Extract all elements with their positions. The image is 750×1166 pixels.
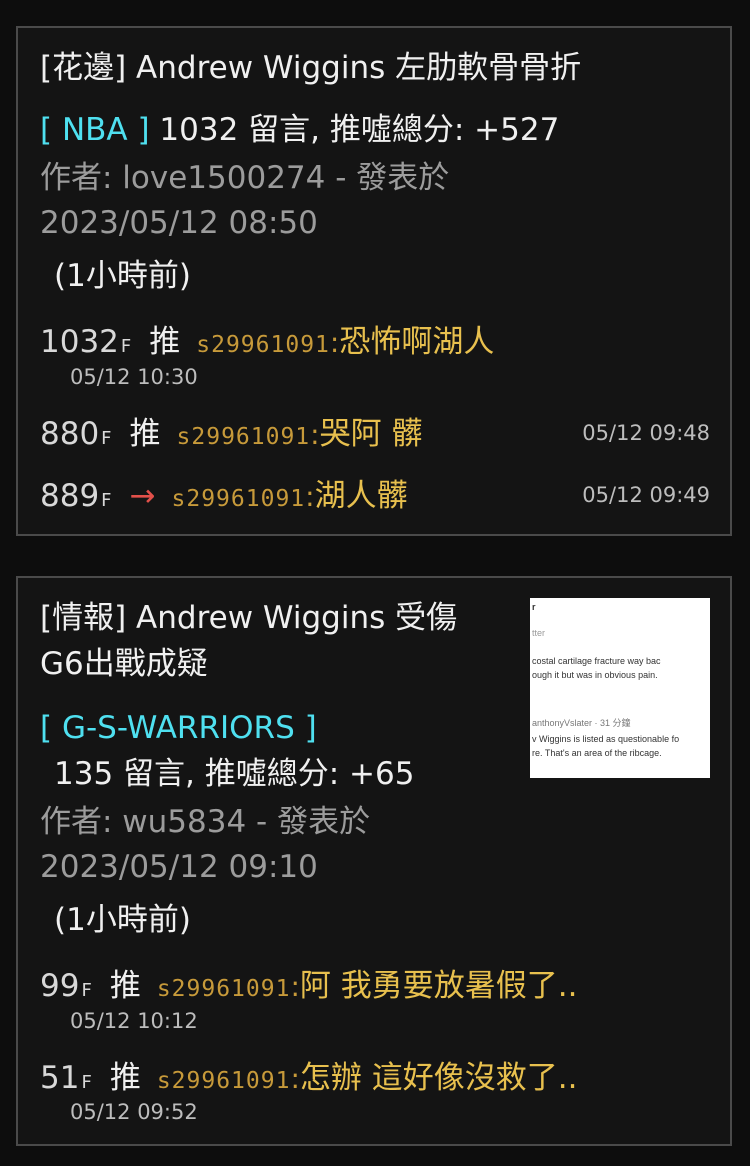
floor-number: 1032 F — [40, 324, 132, 360]
thumbnail-text: v Wiggins is listed as questionable fo — [532, 734, 680, 744]
push-time: 05/12 09:48 — [582, 421, 710, 445]
push-text: 哭阿 髒 — [319, 416, 423, 452]
push-text: 阿 我勇要放暑假了.. — [299, 968, 578, 1004]
post-board-stats: [ NBA ] 1032 留言, 推噓總分: +527 — [40, 110, 559, 150]
push-text: 湖人髒 — [314, 478, 408, 514]
post-thumbnail[interactable]: r tter costal cartilage fracture way bac… — [530, 598, 710, 778]
push-user[interactable]: s29961091 — [196, 332, 330, 358]
board-tag[interactable]: [ G-S-WARRIORS ] — [40, 708, 317, 748]
push-type: 推 — [109, 1060, 141, 1096]
thumbnail-text: r — [532, 602, 536, 612]
push-user[interactable]: s29961091 — [157, 976, 291, 1002]
push-colon: : — [290, 1062, 300, 1095]
push-row: 51 F 推 s29961091:怎辦 這好像沒救了.. — [40, 1052, 577, 1097]
comment-stats: 1032 留言, 推噓總分: +527 — [159, 112, 560, 148]
floor-number: 880 F — [40, 416, 112, 452]
floor-number: 99 F — [40, 968, 92, 1004]
push-time: 05/12 09:52 — [70, 1100, 198, 1124]
post-title-line-1[interactable]: [情報] Andrew Wiggins 受傷 — [40, 598, 457, 638]
post-title-line-2[interactable]: G6出戰成疑 — [40, 644, 208, 684]
push-time: 05/12 10:12 — [70, 1009, 198, 1033]
thumbnail-text: tter — [532, 628, 546, 638]
floor-number: 889 F — [40, 478, 112, 514]
post-card[interactable]: [花邊] Andrew Wiggins 左肋軟骨骨折 [ NBA ] 1032 … — [16, 26, 732, 536]
post-card[interactable]: [情報] Andrew Wiggins 受傷 G6出戰成疑 r tter cos… — [16, 576, 732, 1146]
push-user[interactable]: s29961091 — [177, 424, 311, 450]
comment-stats: 135 留言, 推噓總分: +65 — [54, 756, 415, 792]
push-user[interactable]: s29961091 — [157, 1068, 291, 1094]
push-row: 1032 F 推 s29961091:恐怖啊湖人 — [40, 316, 494, 361]
thumbnail-text: re. That's an area of the ribcage. — [532, 748, 662, 758]
author-line: 作者: wu5834 - 發表於 — [40, 804, 371, 840]
push-type: 推 — [109, 968, 141, 1004]
push-row: 889 F → s29961091:湖人髒 — [40, 470, 408, 515]
push-text: 怎辦 這好像沒救了.. — [299, 1060, 578, 1096]
push-user[interactable]: s29961091 — [172, 486, 306, 512]
post-title[interactable]: [花邊] Andrew Wiggins 左肋軟骨骨折 — [40, 48, 581, 88]
push-type: 推 — [129, 416, 161, 452]
floor-number: 51 F — [40, 1060, 92, 1096]
push-time: 05/12 09:49 — [582, 483, 710, 507]
relative-time: (1小時前) — [54, 902, 191, 938]
post-date: 2023/05/12 09:10 — [40, 849, 318, 885]
push-row: 880 F 推 s29961091:哭阿 髒 — [40, 408, 422, 453]
author-line: 作者: love1500274 - 發表於 — [40, 160, 450, 196]
push-time: 05/12 10:30 — [70, 365, 198, 389]
push-row: 99 F 推 s29961091:阿 我勇要放暑假了.. — [40, 960, 577, 1005]
thumbnail-text: anthonyVslater · 31 分鐘 — [532, 718, 631, 728]
relative-time: (1小時前) — [54, 258, 191, 294]
push-colon: : — [305, 480, 315, 513]
post-date: 2023/05/12 08:50 — [40, 205, 318, 241]
push-colon: : — [329, 326, 340, 359]
thumbnail-text: ough it but was in obvious pain. — [532, 670, 658, 680]
push-text: 恐怖啊湖人 — [339, 324, 495, 360]
arrow-icon: → — [129, 478, 156, 514]
thumbnail-text: costal cartilage fracture way bac — [532, 656, 661, 666]
push-colon: : — [310, 418, 320, 451]
push-type: 推 — [149, 324, 181, 360]
push-colon: : — [290, 970, 300, 1003]
board-tag[interactable]: [ NBA ] — [40, 112, 150, 148]
